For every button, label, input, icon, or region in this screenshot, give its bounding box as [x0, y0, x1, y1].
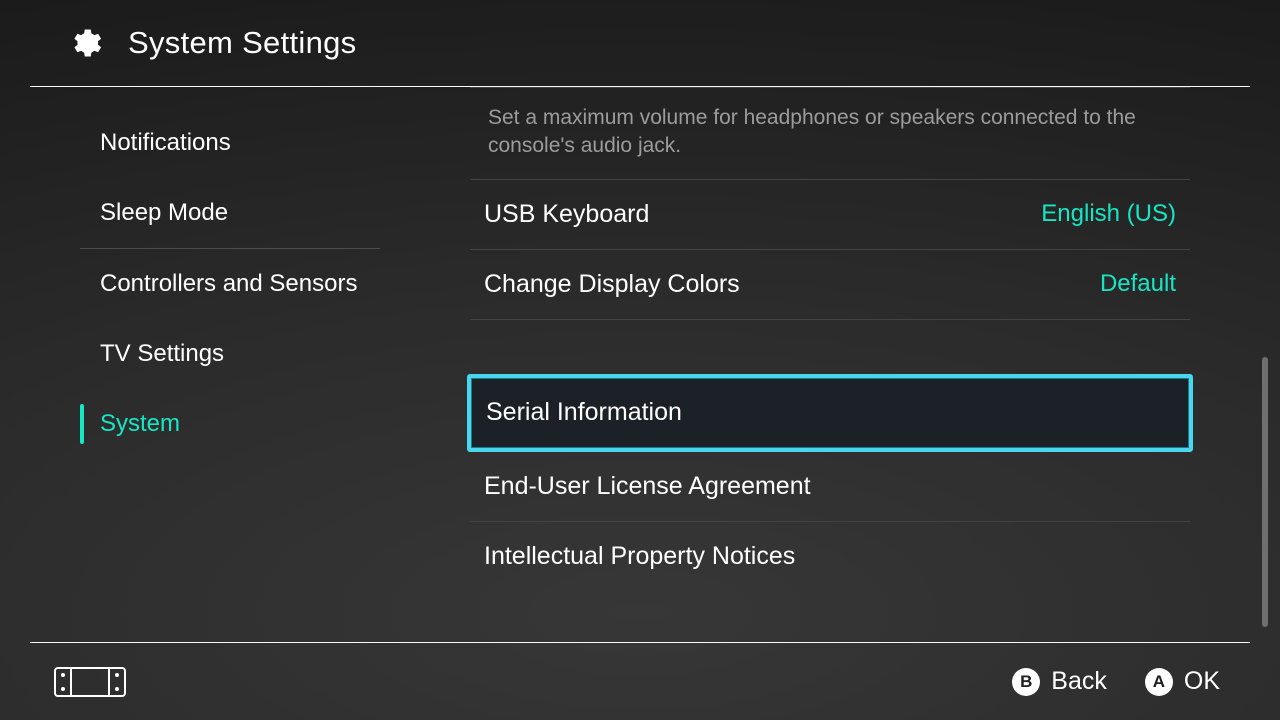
back-label: Back	[1051, 667, 1107, 696]
sidebar-item-system[interactable]: System	[80, 389, 380, 459]
row-value: English (US)	[1041, 200, 1176, 228]
sidebar-item-label: TV Settings	[100, 340, 224, 368]
footer-actions: B Back A OK	[1012, 667, 1220, 696]
row-value: Default	[1100, 270, 1176, 298]
section-gap	[470, 320, 1190, 375]
row-serial-information[interactable]: Serial Information	[467, 374, 1193, 452]
a-button-icon: A	[1145, 668, 1173, 696]
row-display-colors[interactable]: Change Display Colors Default	[470, 250, 1190, 320]
hint-block: Set a maximum volume for headphones or s…	[470, 87, 1190, 180]
controller-icon[interactable]	[54, 667, 126, 697]
page-title: System Settings	[128, 25, 356, 61]
sidebar-item-sleep-mode[interactable]: Sleep Mode	[80, 178, 380, 248]
sidebar-item-label: Notifications	[100, 129, 231, 157]
ok-button[interactable]: A OK	[1145, 667, 1220, 696]
header: System Settings	[0, 0, 1280, 86]
sidebar-item-label: Sleep Mode	[100, 199, 228, 227]
row-ip-notices[interactable]: Intellectual Property Notices	[470, 522, 1190, 592]
row-label: USB Keyboard	[484, 200, 649, 229]
sidebar: Themes Notifications Sleep Mode Controll…	[0, 87, 410, 643]
sidebar-item-themes[interactable]: Themes	[80, 87, 380, 108]
row-label: Intellectual Property Notices	[484, 542, 795, 571]
row-label: End-User License Agreement	[484, 472, 811, 501]
sidebar-item-controllers[interactable]: Controllers and Sensors	[80, 249, 380, 319]
sidebar-item-label: Controllers and Sensors	[100, 270, 357, 298]
content: Set a maximum volume for headphones or s…	[410, 87, 1280, 643]
sidebar-item-notifications[interactable]: Notifications	[80, 108, 380, 178]
sidebar-item-tv-settings[interactable]: TV Settings	[80, 319, 380, 389]
row-eula[interactable]: End-User License Agreement	[470, 452, 1190, 522]
row-usb-keyboard[interactable]: USB Keyboard English (US)	[470, 180, 1190, 250]
back-button[interactable]: B Back	[1012, 667, 1107, 696]
hint-text: Set a maximum volume for headphones or s…	[488, 104, 1172, 161]
sidebar-item-label: System	[100, 410, 180, 438]
row-label: Change Display Colors	[484, 270, 740, 299]
main: Themes Notifications Sleep Mode Controll…	[0, 87, 1280, 643]
scrollbar[interactable]	[1262, 357, 1268, 627]
b-button-icon: B	[1012, 668, 1040, 696]
footer: B Back A OK	[0, 643, 1280, 720]
gear-icon	[66, 25, 102, 61]
ok-label: OK	[1184, 667, 1220, 696]
row-label: Serial Information	[486, 398, 682, 427]
